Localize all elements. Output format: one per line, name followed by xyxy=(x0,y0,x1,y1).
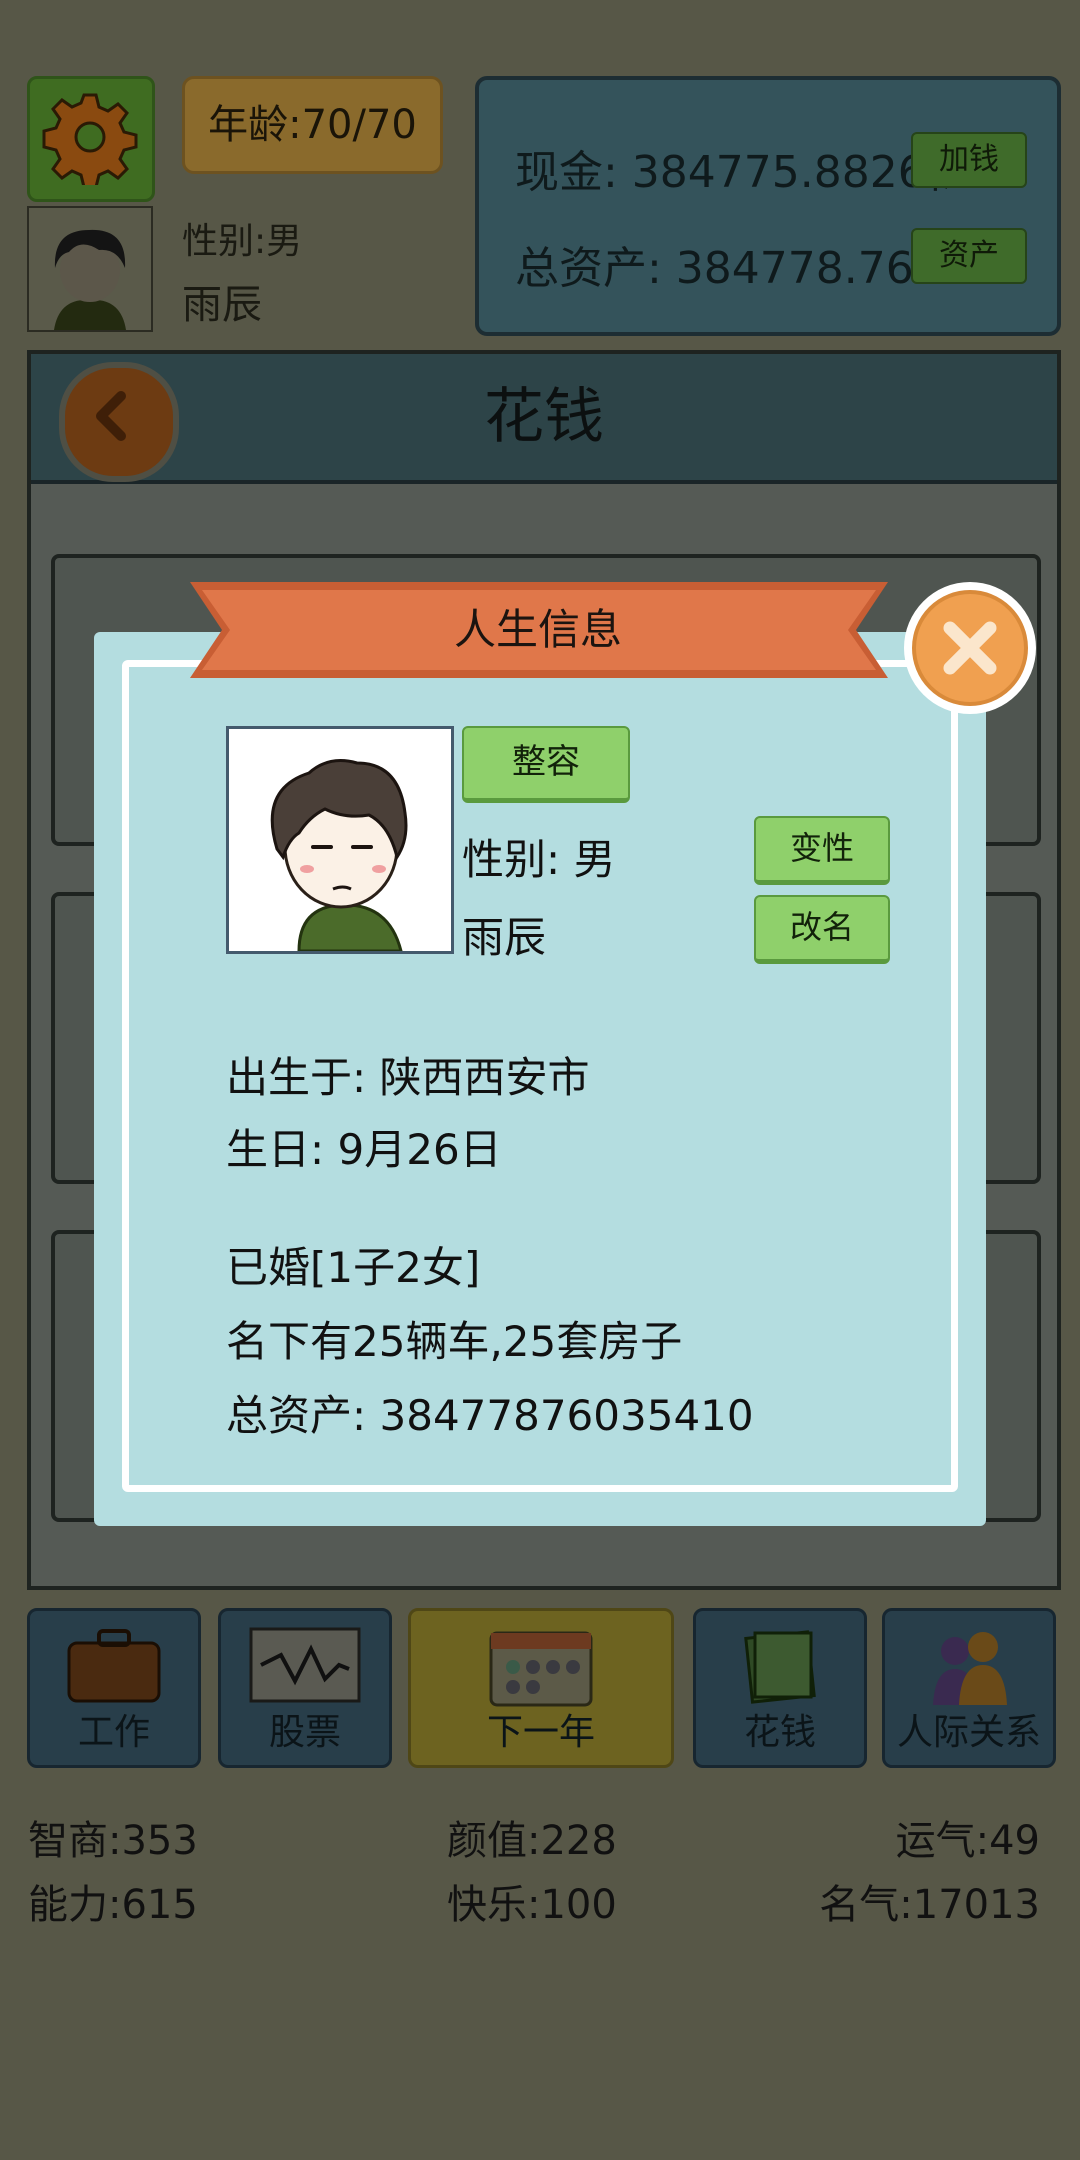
iq-stat: 智商:353 xyxy=(28,1818,198,1864)
assets-button[interactable]: 资产 xyxy=(911,228,1027,284)
nav-spend-button[interactable]: 花钱 xyxy=(693,1608,867,1768)
dialog-title: 人生信息 xyxy=(453,605,622,654)
nav-relations-button[interactable]: 人际关系 xyxy=(882,1608,1056,1768)
age-text: 年龄:70/70 xyxy=(208,102,417,148)
nav-label: 工作 xyxy=(77,1712,150,1753)
birthday-text: 生日: 9月26日 xyxy=(226,1125,502,1174)
nav-label: 下一年 xyxy=(486,1712,595,1753)
nav-label: 股票 xyxy=(268,1712,341,1753)
add-money-button[interactable]: 加钱 xyxy=(911,132,1027,188)
money-panel: 现金: 384775.8826亿 总资产: 384778.7604亿 加钱 资产 xyxy=(475,76,1061,336)
portrait-image xyxy=(226,726,454,954)
happiness-stat: 快乐:100 xyxy=(447,1882,617,1928)
calendar-icon xyxy=(489,1631,593,1707)
money-icon xyxy=(744,1630,816,1704)
fame-stat: 名气:17013 xyxy=(819,1882,1040,1928)
next-year-button[interactable]: 下一年 xyxy=(408,1608,674,1768)
marital-status-text: 已婚[1子2女] xyxy=(226,1243,481,1292)
briefcase-icon xyxy=(67,1629,161,1703)
total-assets-text: 总资产: 38477876035410 xyxy=(226,1391,754,1440)
player-name: 雨辰 xyxy=(182,282,262,328)
luck-stat: 运气:49 xyxy=(895,1818,1040,1864)
avatar[interactable] xyxy=(27,206,153,332)
birthplace-text: 出生于: 陕西西安市 xyxy=(226,1053,590,1102)
gear-icon xyxy=(42,93,138,185)
change-gender-button[interactable]: 变性 xyxy=(754,816,890,885)
name-label: 雨辰 xyxy=(462,913,547,962)
gender-label: 性别:男 xyxy=(182,221,303,262)
rename-button[interactable]: 改名 xyxy=(754,895,890,964)
people-icon xyxy=(933,1632,1007,1705)
close-icon xyxy=(904,582,1036,714)
panel-header: 花钱 xyxy=(31,354,1057,484)
nav-stock-button[interactable]: 股票 xyxy=(218,1608,392,1768)
property-text: 名下有25辆车,25套房子 xyxy=(226,1317,683,1366)
total-assets-value: 总资产: 384778.7604亿 xyxy=(515,243,947,294)
cash-value: 现金: 384775.8826亿 xyxy=(515,147,947,198)
stock-chart-icon xyxy=(249,1627,361,1703)
close-button[interactable] xyxy=(902,580,1038,716)
nav-label: 人际关系 xyxy=(896,1712,1041,1753)
gender-label: 性别: 男 xyxy=(462,835,616,884)
settings-button[interactable] xyxy=(27,76,155,202)
nav-work-button[interactable]: 工作 xyxy=(27,1608,201,1768)
plastic-surgery-button[interactable]: 整容 xyxy=(462,726,630,803)
page-title: 花钱 xyxy=(484,382,604,452)
nav-label: 花钱 xyxy=(743,1712,816,1753)
looks-stat: 颜值:228 xyxy=(447,1818,617,1864)
ability-stat: 能力:615 xyxy=(28,1882,198,1928)
age-badge: 年龄:70/70 xyxy=(182,76,443,174)
